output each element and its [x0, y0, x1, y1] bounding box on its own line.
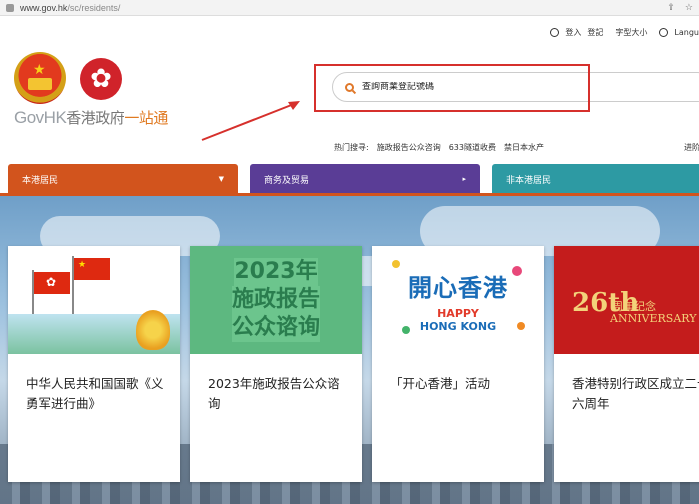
hot-search-item[interactable]: 施政报告公众咨询 [377, 142, 441, 153]
card-title[interactable]: 中华人民共和国国歌《义勇军进行曲》 [26, 374, 168, 414]
globe-icon [659, 28, 669, 37]
caret-right-icon: ▸ [462, 175, 466, 183]
url-text[interactable]: www.gov.hk/sc/residents/ [20, 3, 120, 13]
bookmark-star-icon[interactable]: ☆ [685, 3, 693, 13]
header-utility-links: 登入 登記 字型大小 Langu [550, 27, 699, 38]
annotation-arrow [201, 101, 300, 141]
card-image-flags: ★ ✿ [8, 246, 180, 354]
hot-search-item[interactable]: 禁日本水产 [504, 142, 544, 153]
hot-search-item[interactable]: 633隧道收费 [449, 142, 496, 153]
card-title[interactable]: 香港特别行政区成立二十六周年 [572, 374, 699, 414]
user-icon [550, 28, 560, 37]
golden-bauhinia-icon [136, 310, 170, 350]
language-link[interactable]: Langu [674, 28, 699, 37]
hot-search-label: 热门搜寻: [334, 143, 369, 152]
tab-residents[interactable]: 本港居民 ▼ [8, 164, 238, 194]
hk-flag-icon: ✿ [34, 272, 70, 294]
logo-wordmark: GovHK香港政府一站通 [14, 108, 168, 127]
tab-non-residents[interactable]: 非本港居民 [492, 164, 699, 194]
highlight-box [314, 64, 590, 112]
card-image-happy-hk: 開心香港 HAPPY HONG KONG [372, 246, 544, 354]
hot-search: 热门搜寻: 施政报告公众咨询 633隧道收费 禁日本水产 进阶 [334, 142, 699, 153]
feature-card-anthem[interactable]: ★ ✿ 中华人民共和国国歌《义勇军进行曲》 [8, 246, 180, 482]
feature-card-happy-hk[interactable]: 開心香港 HAPPY HONG KONG 「开心香港」活动 [372, 246, 544, 482]
lock-icon [6, 3, 14, 12]
login-link[interactable]: 登入 [565, 27, 581, 38]
font-size-link[interactable]: 字型大小 [615, 27, 647, 38]
audience-tabs: 本港居民 ▼ 商务及贸易 ▸ 非本港居民 [8, 164, 699, 194]
advanced-search-link[interactable]: 进阶 [684, 142, 699, 153]
card-image-policy: 2023年 施政报告 公众谘询 [190, 246, 362, 354]
card-title[interactable]: 「开心香港」活动 [390, 374, 532, 394]
national-emblem-icon: ★ [14, 52, 66, 104]
feature-card-policy-address[interactable]: 2023年 施政报告 公众谘询 2023年施政报告公众谘询 [190, 246, 362, 482]
register-link[interactable]: 登記 [587, 27, 603, 38]
share-icon[interactable]: ⇪ [667, 3, 675, 13]
govhk-logo[interactable]: ★ ✿ GovHK香港政府一站通 [12, 52, 202, 132]
browser-address-bar[interactable]: www.gov.hk/sc/residents/ ⇪ ☆ [0, 0, 699, 16]
caret-down-icon: ▼ [218, 175, 224, 183]
tab-business[interactable]: 商务及贸易 ▸ [250, 164, 480, 194]
hksar-emblem-icon: ✿ [80, 58, 122, 100]
card-image-anniversary: 26th 周年纪念 ANNIVERSARY [554, 246, 699, 354]
feature-card-anniversary[interactable]: 26th 周年纪念 ANNIVERSARY 香港特别行政区成立二十六周年 [554, 246, 699, 482]
china-flag-icon: ★ [74, 258, 110, 280]
card-title[interactable]: 2023年施政报告公众谘询 [208, 374, 350, 414]
page: www.gov.hk/sc/residents/ ⇪ ☆ 登入 登記 字型大小 L… [0, 0, 699, 504]
